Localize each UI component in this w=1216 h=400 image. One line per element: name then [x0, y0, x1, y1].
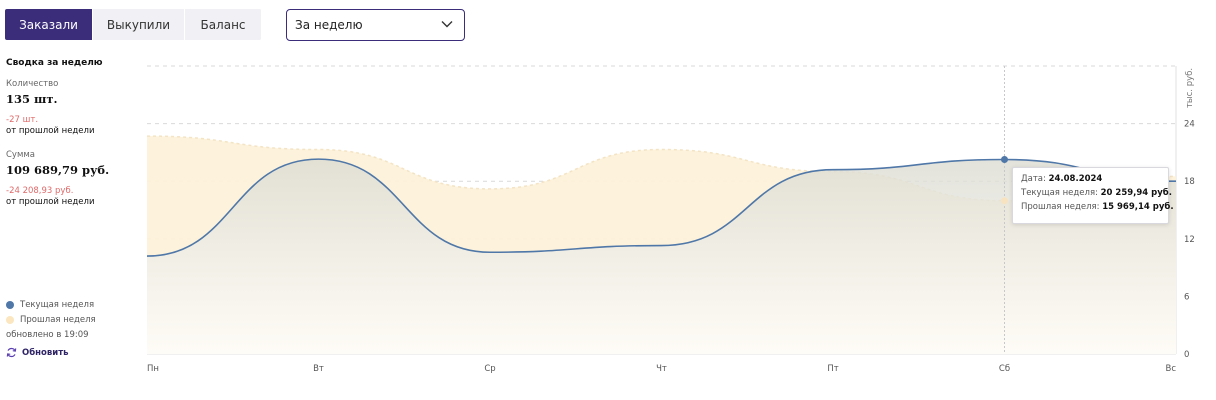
tooltip-current-value: 20 259,94 руб. — [1100, 188, 1172, 198]
y-axis-label: тыс. руб. — [1185, 68, 1195, 108]
marker-current — [1001, 156, 1008, 164]
chart-tooltip: Дата: 24.08.2024 Текущая неделя: 20 259,… — [1012, 167, 1174, 224]
y-tick-label: 12 — [1184, 235, 1195, 245]
tooltip-current-label: Текущая неделя: — [1021, 188, 1098, 198]
y-tick-label: 24 — [1184, 120, 1195, 130]
x-tick-label: Вт — [313, 364, 324, 374]
x-tick-label: Чт — [656, 364, 667, 374]
x-tick-label: Вс — [1165, 364, 1176, 374]
tooltip-previous-label: Прошлая неделя: — [1021, 202, 1100, 212]
y-tick-label: 0 — [1184, 350, 1189, 360]
y-tick-label: 6 — [1184, 292, 1189, 302]
x-tick-label: Пн — [147, 364, 159, 374]
x-tick-label: Ср — [484, 364, 495, 374]
marker-previous — [1001, 197, 1008, 205]
y-tick-label: 18 — [1184, 177, 1195, 187]
tooltip-date-value: 24.08.2024 — [1048, 174, 1103, 184]
tooltip-date-label: Дата: — [1021, 174, 1046, 184]
x-tick-label: Сб — [999, 364, 1010, 374]
tooltip-previous-value: 15 969,14 руб. — [1102, 202, 1174, 212]
x-tick-label: Пт — [827, 364, 838, 374]
